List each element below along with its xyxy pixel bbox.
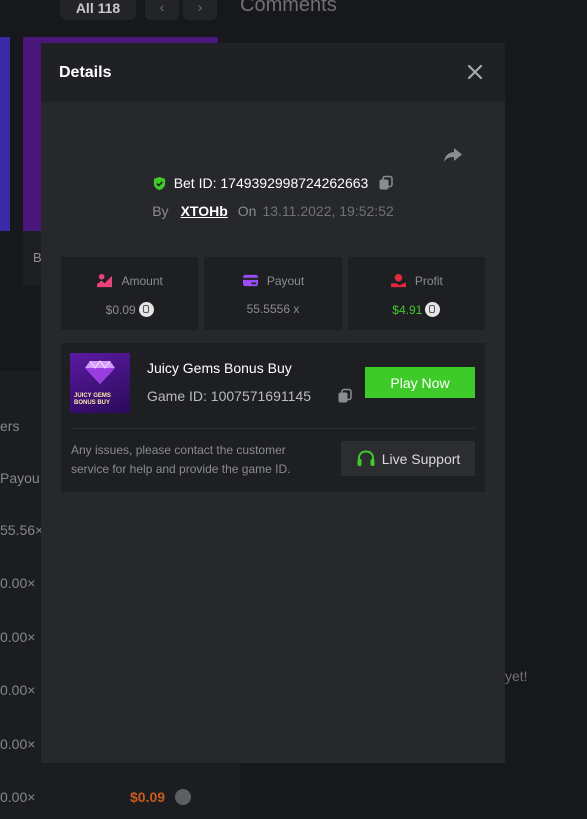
game-name: Juicy Gems Bonus Buy (147, 360, 292, 376)
table-row-payout: 0.00× (0, 629, 36, 645)
stat-value: 55.5556 x (246, 302, 300, 316)
thumbnail-text: JUICY GEMS BONUS BUY (74, 393, 111, 406)
bet-id-line: Bet ID: 1749392998724262663 (41, 175, 505, 191)
play-now-button[interactable]: Play Now (365, 367, 475, 398)
game-panel: JUICY GEMS BONUS BUY Juicy Gems Bonus Bu… (61, 343, 485, 492)
column-header-players: ers (0, 418, 20, 434)
column-header-payout: Payou (0, 470, 40, 486)
table-row-payout: 0.00× (0, 575, 36, 591)
table-row-payout: 0.00× (0, 789, 36, 805)
tab-all[interactable]: All 118 (60, 0, 136, 20)
copy-game-id-icon[interactable] (337, 388, 353, 404)
gem-icon (85, 360, 115, 384)
stat-value: $0.09 (105, 302, 136, 317)
coin-icon (175, 789, 191, 805)
by-label: By (152, 203, 169, 219)
table-row-payout: 55.56× (0, 522, 44, 538)
coin-icon (138, 302, 154, 317)
game-thumbnail[interactable]: JUICY GEMS BONUS BUY (70, 353, 130, 413)
bet-author-line: By XTOHb On 13.11.2022, 19:52:52 (41, 203, 505, 219)
close-icon[interactable] (465, 62, 485, 82)
on-label: On (237, 203, 257, 219)
stat-label: Payout (266, 273, 305, 288)
stat-label: Profit (414, 273, 443, 288)
modal-title: Details (59, 64, 112, 81)
help-text: Any issues, please contact the customer … (71, 443, 291, 476)
stat-amount: Amount $0.09 (61, 257, 199, 330)
verified-shield-icon (153, 176, 165, 191)
username-link[interactable]: XTOHb (181, 203, 228, 219)
amount-icon (97, 273, 113, 288)
live-support-button[interactable]: Live Support (341, 441, 475, 476)
table-row-amount: $0.09 (130, 789, 166, 805)
stat-profit: Profit $4.91 (347, 257, 485, 330)
table-row-payout: 0.00× (0, 736, 36, 752)
stat-value: $4.91 (392, 302, 423, 317)
divider (71, 428, 475, 429)
share-icon[interactable] (441, 143, 465, 167)
comments-heading: Comments (240, 0, 337, 16)
stat-payout: Payout 55.5556 x (204, 257, 342, 330)
profit-icon (390, 273, 406, 288)
table-row-payout: 0.00× (0, 682, 36, 698)
copy-bet-id-icon[interactable] (378, 175, 394, 191)
headset-icon (357, 449, 375, 466)
coin-icon (425, 302, 441, 317)
live-support-label: Live Support (381, 450, 461, 467)
modal-header: Details (41, 43, 505, 102)
stat-label: Amount (121, 273, 163, 288)
next-page-button[interactable]: › (183, 0, 217, 20)
bet-id: Bet ID: 1749392998724262663 (173, 175, 369, 191)
no-comments-text: yet! (505, 668, 528, 684)
game-art-left[interactable] (0, 37, 10, 231)
payout-icon (242, 274, 258, 287)
game-id: Game ID: 1007571691145 (147, 388, 311, 404)
prev-page-button[interactable]: ‹ (145, 0, 179, 20)
bet-details-modal: Details Bet ID: 1749392998724262663 By XT… (41, 43, 505, 763)
bet-date: 13.11.2022, 19:52:52 (262, 203, 394, 219)
bet-stats: Amount $0.09 Payout 55.5556 x Profit $4.… (61, 257, 485, 330)
